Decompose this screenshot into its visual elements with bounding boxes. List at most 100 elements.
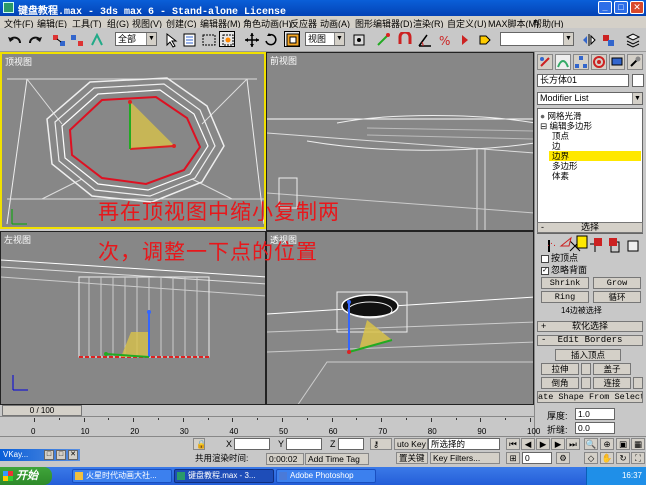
layer-manager-icon[interactable] — [624, 31, 641, 48]
task-button-photoshop[interactable]: Adobe Photoshop — [276, 469, 376, 483]
zoom-extents-icon[interactable]: ▣ — [616, 438, 630, 450]
percent-snap-icon[interactable]: % — [436, 31, 452, 48]
previous-frame-icon[interactable]: ◀ — [521, 438, 535, 450]
crease-spinner[interactable]: 0.0 — [575, 422, 615, 434]
stack-item-mesh-smooth[interactable]: ● 网格光滑 — [540, 111, 582, 121]
redo-icon[interactable] — [26, 31, 42, 47]
bind-space-warp-icon[interactable] — [88, 31, 104, 47]
stack-item-vertex[interactable]: 顶点 — [552, 131, 569, 141]
next-frame-icon[interactable]: ▶ — [551, 438, 565, 450]
chamfer-settings-button[interactable] — [581, 377, 591, 389]
soft-selection-rollout-header[interactable]: + 软化选择 — [537, 321, 643, 332]
create-shape-button[interactable]: ate Shape From Select — [537, 391, 643, 403]
task-button-3dsmax[interactable]: 键盘教程.max - 3... — [174, 469, 274, 483]
modifier-list-dropdown[interactable]: Modifier List ▼ — [537, 92, 643, 105]
stack-item-polygon[interactable]: 多边形 — [552, 161, 578, 171]
cap-button[interactable]: 盖子 — [593, 363, 631, 375]
object-color-swatch[interactable] — [632, 74, 644, 87]
go-to-start-icon[interactable]: ⏮ — [506, 438, 520, 450]
edit-borders-rollout-header[interactable]: - Edit Borders — [537, 335, 643, 346]
create-tab-icon[interactable] — [537, 54, 553, 70]
key-mode-icon[interactable]: ⊞ — [506, 452, 520, 464]
zoom-extents-all-icon[interactable]: ▦ — [631, 438, 645, 450]
start-button[interactable]: 开始 — [0, 467, 52, 485]
reference-coordinate-dropdown[interactable]: 视图 ▼ — [305, 32, 345, 46]
selection-rollout-header[interactable]: - 选择 — [537, 222, 643, 233]
named-selection-dropdown[interactable]: ▼ — [500, 32, 574, 46]
track-bar[interactable]: 0 10 20 30 40 50 60 70 80 90 100 — [0, 416, 540, 436]
play-icon[interactable]: ▶ — [536, 438, 550, 450]
motion-tab-icon[interactable] — [591, 54, 607, 70]
object-name-field[interactable]: 长方体01 — [537, 74, 629, 87]
key-filters-button[interactable]: Key Filters... — [430, 452, 500, 464]
time-config-icon[interactable]: ⚙ — [556, 452, 570, 464]
selection-filter-dropdown[interactable]: 全部 ▼ — [115, 32, 157, 46]
zoom-all-icon[interactable]: ⊕ — [600, 438, 614, 450]
connect-settings-button[interactable] — [633, 377, 643, 389]
stack-item-edit-poly[interactable]: ⊟ 编辑多边形 — [540, 121, 592, 131]
mirror-icon[interactable] — [580, 31, 596, 47]
vkay-restore-icon[interactable]: □ — [44, 450, 54, 460]
y-coordinate-field[interactable] — [286, 438, 322, 450]
extrude-button[interactable]: 拉伸 — [541, 363, 579, 375]
select-and-link-icon[interactable] — [50, 31, 66, 47]
select-object-icon[interactable] — [162, 31, 178, 48]
stack-item-element[interactable]: 体素 — [552, 171, 569, 181]
maximize-viewport-icon[interactable]: ⛶ — [631, 452, 645, 464]
stack-item-edge[interactable]: 边 — [552, 141, 561, 151]
arc-rotate-icon[interactable]: ↻ — [616, 452, 630, 464]
selection-set-dropdown[interactable]: 所选择的 — [428, 438, 500, 450]
configure-modifier-sets-icon[interactable] — [625, 238, 641, 254]
time-slider[interactable]: 0 / 100 — [2, 405, 82, 416]
add-time-tag-button[interactable]: Add Time Tag — [305, 453, 369, 465]
set-key-button[interactable]: 置关键 — [396, 452, 428, 464]
restore-button[interactable]: □ — [614, 1, 628, 14]
chamfer-button[interactable]: 倒角 — [541, 377, 579, 389]
rect-selection-region-icon[interactable] — [200, 31, 216, 47]
select-by-name-icon[interactable] — [181, 31, 197, 47]
x-coordinate-field[interactable] — [234, 438, 270, 450]
pivot-center-icon[interactable] — [350, 31, 366, 47]
window-crossing-icon[interactable] — [219, 31, 235, 47]
unlink-icon[interactable] — [68, 31, 84, 47]
pan-icon[interactable]: ✋ — [600, 452, 614, 464]
current-frame-field[interactable]: 0 — [522, 452, 552, 464]
connect-button[interactable]: 连接 — [593, 377, 631, 389]
task-button-browser[interactable]: 火星时代动画大社... — [72, 469, 172, 483]
ring-button[interactable]: Ring — [541, 291, 589, 303]
vkay-bar[interactable]: VKay... □ □ ✕ — [0, 449, 80, 461]
align-icon[interactable] — [600, 31, 616, 47]
grow-button[interactable]: Grow — [593, 277, 641, 289]
vkay-maximize-icon[interactable]: □ — [56, 450, 66, 460]
insert-vertex-button[interactable]: 插入顶点 — [555, 349, 621, 361]
field-of-view-icon[interactable]: ◇ — [584, 452, 598, 464]
extrude-settings-button[interactable] — [581, 363, 591, 375]
go-to-end-icon[interactable]: ⏭ — [566, 438, 580, 450]
stack-item-border[interactable]: 边界 — [549, 151, 641, 161]
hierarchy-tab-icon[interactable] — [573, 54, 589, 70]
auto-key-button[interactable]: uto Key — [394, 438, 428, 450]
utilities-tab-icon[interactable] — [627, 54, 643, 70]
shrink-button[interactable]: Shrink — [541, 277, 589, 289]
lock-selection-icon[interactable]: 🔒 — [193, 438, 205, 450]
weight-spinner[interactable]: 1.0 — [575, 408, 615, 420]
z-coordinate-field[interactable] — [338, 438, 364, 450]
vkay-close-icon[interactable]: ✕ — [68, 450, 78, 460]
snap-toggle-icon[interactable] — [396, 30, 412, 47]
ignore-backfacing-checkbox[interactable]: ✓ 忽略背面 — [541, 263, 587, 276]
named-selection-sets-icon[interactable] — [476, 31, 492, 47]
angle-snap-icon[interactable] — [416, 31, 432, 47]
spinner-snap-icon[interactable] — [456, 31, 472, 47]
modify-tab-icon[interactable] — [555, 54, 571, 70]
zoom-icon[interactable]: 🔍 — [584, 438, 598, 450]
loop-button[interactable]: 循环 — [593, 291, 641, 303]
select-and-manipulate-icon[interactable] — [374, 31, 390, 47]
select-and-move-icon[interactable] — [243, 31, 259, 47]
key-icon[interactable]: ⚷ — [370, 438, 392, 450]
select-and-scale-icon[interactable] — [284, 31, 300, 47]
undo-icon[interactable] — [6, 31, 22, 47]
minimize-button[interactable]: _ — [598, 1, 612, 14]
select-and-rotate-icon[interactable] — [262, 31, 278, 47]
display-tab-icon[interactable] — [609, 54, 625, 70]
close-button[interactable]: ✕ — [630, 1, 644, 14]
